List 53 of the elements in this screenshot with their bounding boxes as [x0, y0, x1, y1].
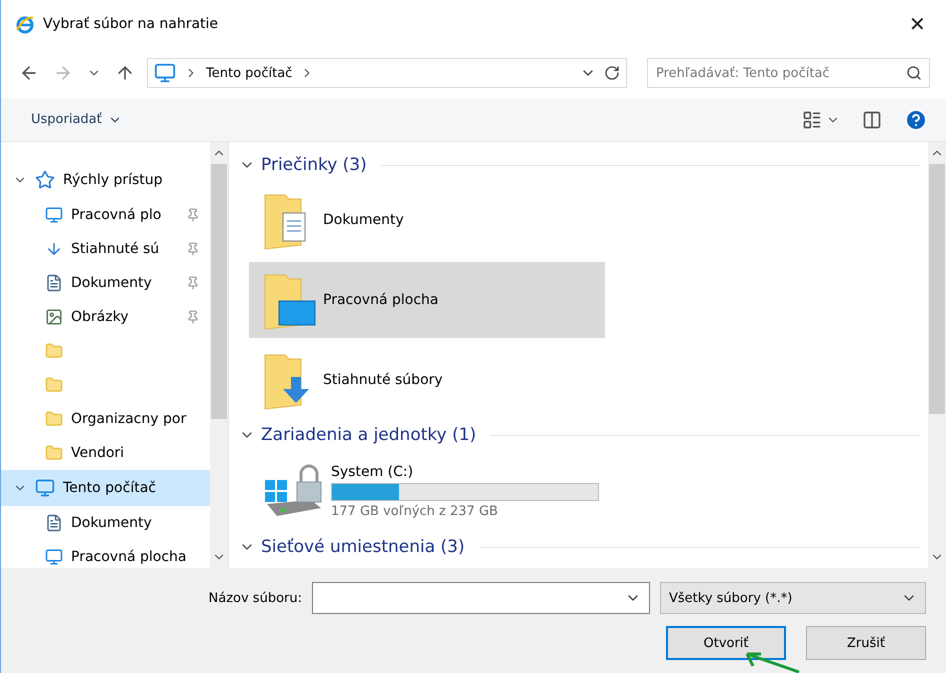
organize-button[interactable]: Usporiadať: [31, 112, 122, 127]
close-button[interactable]: ✕: [901, 8, 934, 40]
section-header[interactable]: Priečinky (3): [261, 155, 367, 175]
sidebar-item[interactable]: Vendori: [1, 436, 210, 470]
star-icon: [35, 170, 55, 190]
sidebar-item[interactable]: Pracovná plo: [1, 198, 210, 232]
sidebar-item[interactable]: Stiahnuté sú: [1, 232, 210, 266]
folder-icon: [45, 410, 63, 428]
window-title: Vybrať súbor na nahratie: [43, 16, 220, 32]
view-list-icon: [802, 110, 822, 130]
pin-icon: [186, 242, 200, 256]
search-icon: [906, 65, 922, 81]
pin-icon: [186, 208, 200, 222]
sidebar-group[interactable]: Tento počítač: [1, 470, 210, 506]
monitor-icon: [35, 478, 55, 498]
sidebar-item[interactable]: Pracovná plocha: [1, 540, 210, 568]
breadcrumb[interactable]: Tento počítač: [206, 66, 292, 80]
pin-icon: [186, 276, 200, 290]
pin-icon: [186, 310, 200, 324]
sidebar-item[interactable]: Organizacny por: [1, 402, 210, 436]
sidebar-group[interactable]: Rýchly prístup: [1, 162, 210, 198]
sidebar-item[interactable]: Obrázky: [1, 300, 210, 334]
search-field[interactable]: Prehľadávať: Tento počítač: [647, 58, 930, 88]
monitor-icon: [45, 548, 63, 566]
help-icon: [904, 108, 928, 132]
drive-tile[interactable]: System (C:) 177 GB voľných z 237 GB: [249, 452, 605, 530]
refresh-icon[interactable]: [604, 65, 620, 81]
filename-field[interactable]: [312, 582, 650, 614]
open-button[interactable]: Otvoriť: [666, 626, 786, 660]
pane-icon: [862, 110, 882, 130]
file-type-dropdown[interactable]: Všetky súbory (*.*): [660, 582, 926, 614]
scrollbar[interactable]: [928, 142, 946, 568]
cancel-button[interactable]: Zrušiť: [806, 626, 926, 660]
monitor-icon: [45, 206, 63, 224]
sidebar-item[interactable]: Dokumenty: [1, 506, 210, 540]
folder-tile[interactable]: Stiahnuté súbory: [249, 342, 605, 418]
browser-logo-icon: [15, 14, 35, 34]
folder-tile[interactable]: Pracovná plocha: [249, 262, 605, 338]
folder-tile[interactable]: Dokumenty: [249, 182, 605, 258]
section-header[interactable]: Sieťové umiestnenia (3): [261, 537, 465, 557]
sidebar-item[interactable]: Dokumenty: [1, 266, 210, 300]
picture-icon: [45, 308, 63, 326]
down-arrow-icon: [45, 240, 63, 258]
document-icon: [45, 514, 63, 532]
folder-icon: [45, 376, 63, 394]
monitor-icon: [154, 62, 176, 84]
folder-icon: [45, 342, 63, 360]
scrollbar[interactable]: [210, 142, 228, 568]
document-icon: [45, 274, 63, 292]
address-bar[interactable]: Tento počítač: [147, 58, 627, 88]
filename-label: Názov súboru:: [208, 590, 302, 606]
section-header[interactable]: Zariadenia a jednotky (1): [261, 425, 476, 445]
folder-icon: [45, 444, 63, 462]
